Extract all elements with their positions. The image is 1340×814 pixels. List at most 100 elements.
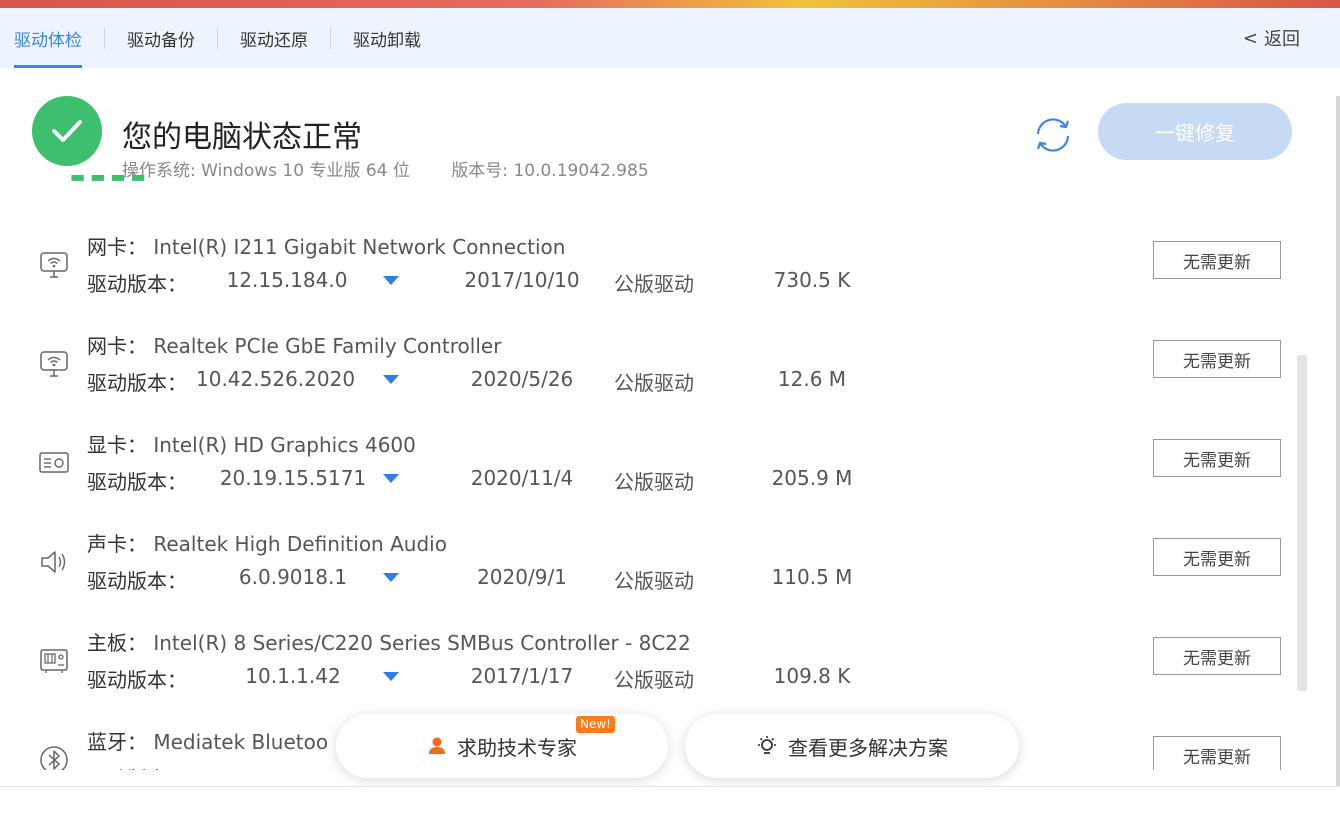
version-label: 驱动版本：: [87, 569, 187, 593]
one-click-fix-button[interactable]: 一键修复: [1098, 103, 1292, 160]
bluetooth-icon: [38, 745, 72, 770]
driver-type: 网卡：: [87, 334, 147, 358]
driver-size: 110.5 M: [771, 565, 853, 589]
no-update-button[interactable]: 无需更新: [1153, 736, 1281, 770]
driver-row: 网卡： Realtek PCIe GbE Family Controller 驱动…: [0, 297, 1300, 396]
tab-driver-restore[interactable]: 驱动还原: [240, 8, 308, 68]
network-card-icon: [38, 250, 72, 280]
back-button[interactable]: < 返回: [1243, 8, 1300, 68]
status-title: 您的电脑状态正常: [122, 120, 362, 155]
status-header: 您的电脑状态正常 操作系统: Windows 10 专业版 64 位 版本号: …: [0, 68, 1340, 198]
driver-version-line: 驱动版本：: [87, 763, 187, 770]
driver-name-line: 蓝牙： Mediatek Bluetoo: [87, 726, 328, 755]
driver-name: Intel(R) I211 Gigabit Network Connection: [153, 235, 566, 259]
network-card-icon: [38, 349, 72, 379]
version-dropdown-icon[interactable]: [383, 276, 399, 285]
driver-type: 网卡：: [87, 235, 147, 259]
driver-size: 730.5 K: [773, 268, 851, 292]
driver-version: 10.1.1.42: [245, 664, 341, 688]
driver-name-line: 主板： Intel(R) 8 Series/C220 Series SMBus …: [87, 627, 691, 656]
driver-row: 网卡： Intel(R) I211 Gigabit Network Connec…: [0, 198, 1300, 297]
clipped-text-fragment: ▬ ▬ ▬ ▬: [70, 174, 146, 184]
tab-divider: [217, 27, 218, 49]
os-version: 版本号: 10.0.19042.985: [451, 161, 649, 181]
driver-date: 2017/10/10: [464, 268, 580, 292]
driver-name: Realtek High Definition Audio: [153, 532, 447, 556]
version-dropdown-icon[interactable]: [383, 672, 399, 681]
no-update-button[interactable]: 无需更新: [1153, 241, 1281, 279]
version-dropdown-icon[interactable]: [383, 474, 399, 483]
driver-name-line: 声卡： Realtek High Definition Audio: [87, 528, 447, 557]
back-label: 返回: [1264, 29, 1300, 50]
window-edge: [1336, 96, 1340, 786]
scrollbar[interactable]: [1297, 355, 1307, 691]
no-update-button[interactable]: 无需更新: [1153, 538, 1281, 576]
driver-version-line: 驱动版本： 12.15.184.0 2017/10/10 公版驱动 730.5 K: [87, 268, 850, 296]
refresh-icon[interactable]: [1030, 112, 1076, 158]
tab-bar: 驱动体检 驱动备份 驱动还原 驱动卸载 < 返回: [0, 8, 1340, 68]
bottom-divider: [0, 786, 1340, 787]
driver-name-line: 显卡： Intel(R) HD Graphics 4600: [87, 429, 416, 458]
no-update-button[interactable]: 无需更新: [1153, 439, 1281, 477]
speaker-icon: [38, 547, 72, 577]
driver-date: 2017/1/17: [470, 664, 574, 688]
driver-kind: 公版驱动: [614, 371, 694, 395]
driver-kind: 公版驱动: [614, 668, 694, 692]
tab-divider: [330, 27, 331, 49]
driver-version: 12.15.184.0: [226, 268, 348, 292]
driver-date: 2020/5/26: [470, 367, 574, 391]
version-dropdown-icon[interactable]: [383, 375, 399, 384]
tab-divider: [104, 27, 105, 49]
driver-kind: 公版驱动: [614, 470, 694, 494]
version-label: 驱动版本：: [87, 470, 187, 494]
lightbulb-icon: [756, 735, 778, 757]
check-circle-icon: [32, 96, 102, 166]
driver-version-line: 驱动版本： 10.1.1.42 2017/1/17 公版驱动 109.8 K: [87, 664, 850, 692]
driver-version-line: 驱动版本： 6.0.9018.1 2020/9/1 公版驱动 110.5 M: [87, 565, 852, 593]
driver-name-line: 网卡： Realtek PCIe GbE Family Controller: [87, 330, 501, 359]
driver-type: 声卡：: [87, 532, 147, 556]
driver-name: Realtek PCIe GbE Family Controller: [153, 334, 502, 358]
motherboard-icon: [38, 646, 72, 676]
driver-type: 蓝牙：: [87, 730, 147, 754]
driver-name: Intel(R) HD Graphics 4600: [153, 433, 416, 457]
version-label: 驱动版本：: [87, 668, 187, 692]
driver-version: 20.19.15.5171: [219, 466, 367, 490]
driver-version-line: 驱动版本： 10.42.526.2020 2020/5/26 公版驱动 12.6 M: [87, 367, 846, 395]
driver-name: Intel(R) 8 Series/C220 Series SMBus Cont…: [153, 631, 691, 655]
driver-version: 10.42.526.2020: [196, 367, 356, 391]
top-banner-strip: [0, 0, 1340, 8]
tab-driver-uninstall[interactable]: 驱动卸载: [353, 8, 421, 68]
driver-type: 主板：: [87, 631, 147, 655]
driver-kind: 公版驱动: [614, 272, 694, 296]
driver-version: 6.0.9018.1: [238, 565, 348, 589]
version-label: 驱动版本：: [87, 767, 187, 770]
more-solutions-label: 查看更多解决方案: [788, 735, 948, 760]
no-update-button[interactable]: 无需更新: [1153, 637, 1281, 675]
more-solutions-button[interactable]: 查看更多解决方案: [685, 714, 1019, 778]
driver-list: 网卡： Intel(R) I211 Gigabit Network Connec…: [0, 198, 1300, 770]
driver-row: 主板： Intel(R) 8 Series/C220 Series SMBus …: [0, 594, 1300, 693]
version-dropdown-icon[interactable]: [383, 573, 399, 582]
version-label: 驱动版本：: [87, 371, 187, 395]
driver-name-line: 网卡： Intel(R) I211 Gigabit Network Connec…: [87, 231, 565, 260]
tab-driver-check[interactable]: 驱动体检: [14, 8, 82, 68]
driver-row: 声卡： Realtek High Definition Audio 驱动版本： 6.…: [0, 495, 1300, 594]
driver-size: 205.9 M: [771, 466, 853, 490]
driver-name: Mediatek Bluetoo: [153, 730, 329, 754]
driver-type: 显卡：: [87, 433, 147, 457]
graphics-card-icon: [38, 448, 72, 478]
driver-kind: 公版驱动: [614, 569, 694, 593]
new-badge: New!: [576, 716, 615, 733]
chevron-left-icon: <: [1242, 27, 1258, 49]
ask-expert-label: 求助技术专家: [457, 735, 577, 760]
tab-driver-backup[interactable]: 驱动备份: [127, 8, 195, 68]
version-label: 驱动版本：: [87, 272, 187, 296]
driver-size: 109.8 K: [773, 664, 851, 688]
driver-row: 显卡： Intel(R) HD Graphics 4600 驱动版本： 20.19.…: [0, 396, 1300, 495]
driver-size: 12.6 M: [777, 367, 847, 391]
ask-expert-button[interactable]: 求助技术专家: [336, 714, 668, 778]
driver-date: 2020/9/1: [477, 565, 567, 589]
system-info: 操作系统: Windows 10 专业版 64 位 版本号: 10.0.1904…: [122, 156, 685, 181]
no-update-button[interactable]: 无需更新: [1153, 340, 1281, 378]
